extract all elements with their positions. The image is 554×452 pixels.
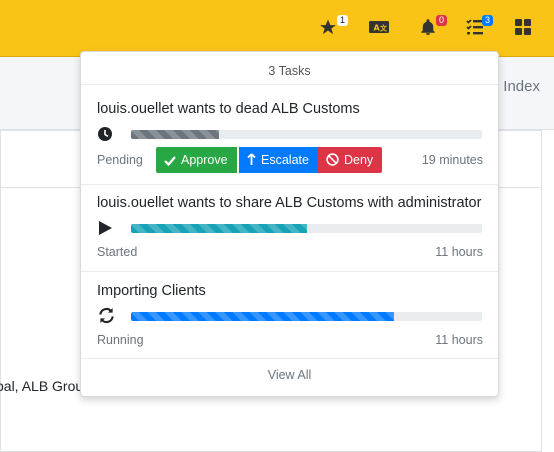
apps-button[interactable] [514, 18, 536, 38]
tasks-badge: 3 [482, 15, 493, 26]
task-progress-bar [131, 224, 307, 233]
task-time: 19 minutes [421, 153, 483, 167]
task-item[interactable]: louis.ouellet wants to share ALB Customs… [81, 185, 498, 272]
task-item[interactable]: Importing Clients Running 11 hours [81, 272, 498, 359]
bell-icon [421, 19, 435, 35]
escalate-icon [247, 153, 256, 165]
task-progress [131, 130, 482, 139]
task-title: louis.ouellet wants to share ALB Customs… [97, 195, 482, 211]
task-progress-bar [131, 312, 395, 321]
clock-icon [98, 127, 112, 141]
task-progress-bar [131, 130, 219, 139]
background-text: bal, ALB Grou [0, 378, 84, 394]
star-icon [320, 19, 336, 35]
task-status: Running [97, 333, 144, 347]
tasks-dropdown: 3 Tasks louis.ouellet wants to dead ALB … [80, 51, 499, 397]
breadcrumb[interactable]: Index [503, 78, 540, 95]
task-progress [131, 312, 482, 321]
task-time: 11 hours [435, 333, 483, 347]
approve-button[interactable]: Approve [156, 147, 237, 173]
sync-icon [99, 307, 114, 324]
check-icon [164, 156, 176, 167]
ban-icon [326, 153, 339, 166]
task-progress [131, 224, 482, 233]
favorites-badge: 1 [337, 15, 348, 26]
apps-grid-icon [515, 19, 531, 35]
language-button[interactable]: A 文 [368, 18, 390, 38]
translate-icon: A 文 [369, 21, 389, 33]
task-status: Pending [97, 153, 143, 167]
escalate-button[interactable]: Escalate [239, 147, 318, 173]
tasks-dropdown-header: 3 Tasks [81, 52, 498, 85]
view-all-link[interactable]: View All [81, 368, 498, 382]
favorites-button[interactable]: 1 [318, 15, 348, 38]
task-item[interactable]: louis.ouellet wants to dead ALB Customs … [81, 85, 498, 185]
svg-text:文: 文 [380, 24, 388, 33]
task-status: Started [97, 245, 138, 259]
notifications-button[interactable]: 0 [419, 15, 447, 38]
notifications-badge: 0 [436, 15, 447, 26]
top-navbar: 1 A 文 0 3 [0, 0, 554, 57]
task-title: louis.ouellet wants to dead ALB Customs [97, 101, 360, 117]
task-title: Importing Clients [97, 283, 206, 299]
task-time: 11 hours [435, 245, 483, 259]
tasks-button[interactable]: 3 [466, 15, 493, 38]
play-icon [99, 221, 112, 235]
deny-button[interactable]: Deny [318, 147, 383, 173]
